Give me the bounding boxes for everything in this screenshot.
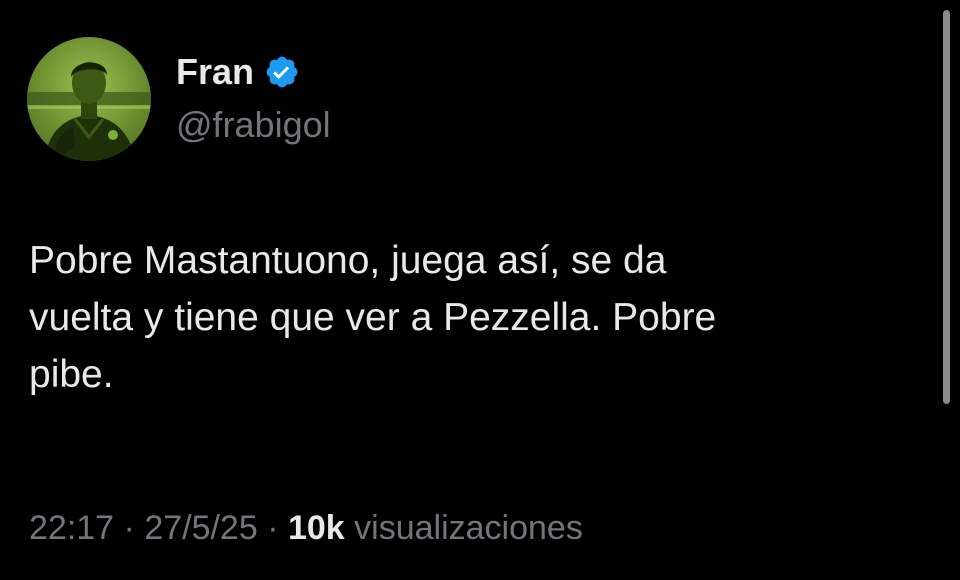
meta-separator: · [257,509,288,547]
views-count[interactable]: 10k [288,509,345,547]
author-display-name[interactable]: Fran [176,50,254,94]
views-label[interactable]: visualizaciones [345,509,583,547]
tweet-date[interactable]: 27/5/25 [144,509,257,547]
meta-separator: · [114,509,145,547]
tweet-text: Pobre Mastantuono, juega así, se da vuel… [29,239,717,396]
author-name-row[interactable]: Fran [176,50,300,94]
tweet-time[interactable]: 22:17 [29,509,114,547]
avatar-image [27,37,151,161]
avatar[interactable] [27,37,151,161]
scrollbar-thumb[interactable] [943,10,950,404]
verified-badge-icon[interactable] [264,54,300,90]
author-handle[interactable]: @frabigol [176,103,331,147]
tweet-metadata: 22:17 · 27/5/25 · 10k visualizaciones [29,506,583,550]
